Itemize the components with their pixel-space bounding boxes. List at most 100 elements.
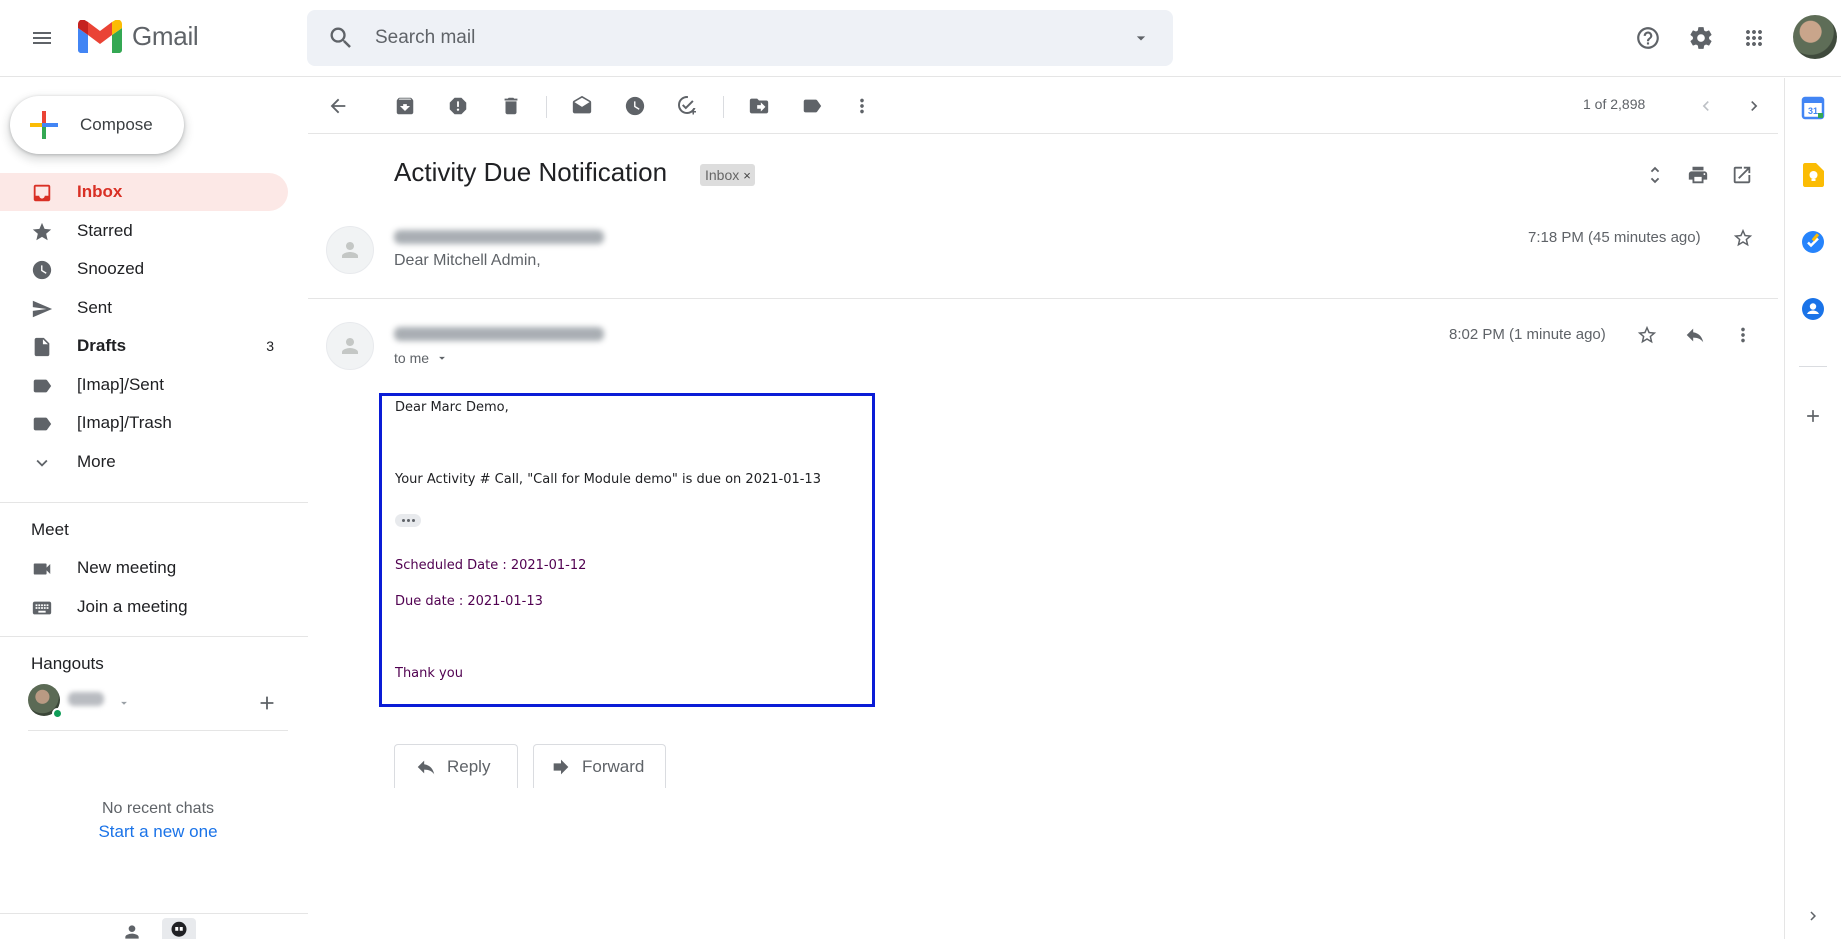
hide-side-panel-button[interactable] xyxy=(1799,902,1827,930)
newer-button[interactable] xyxy=(1686,86,1726,126)
reply-action-button[interactable]: Reply xyxy=(394,744,518,788)
new-meeting-item[interactable]: New meeting xyxy=(0,549,288,587)
compose-button[interactable]: Compose xyxy=(10,96,184,154)
email-subject: Activity Due Notification xyxy=(394,157,668,187)
more-actions-button[interactable] xyxy=(842,86,882,126)
nav-item-imap-trash[interactable]: [Imap]/Trash xyxy=(0,404,288,442)
pagination-text: 1 of 2,898 xyxy=(1583,96,1646,112)
get-addons-button[interactable] xyxy=(1799,402,1827,430)
gear-icon xyxy=(1690,27,1712,49)
hangouts-tab[interactable] xyxy=(162,918,196,939)
add-to-tasks-button[interactable] xyxy=(668,86,708,126)
nav-label: Inbox xyxy=(77,182,123,201)
hangouts-section-title: Hangouts xyxy=(31,654,104,673)
body-closing: Thank you xyxy=(395,666,463,681)
nav-item-inbox[interactable]: Inbox xyxy=(0,173,288,211)
expand-all-button[interactable] xyxy=(1638,158,1672,192)
star-button[interactable] xyxy=(1630,318,1664,352)
send-icon xyxy=(31,298,53,320)
older-button[interactable] xyxy=(1734,86,1774,126)
body-due-date: Due date : 2021-01-13 xyxy=(395,594,543,609)
message-toolbar: 1 of 2,898 xyxy=(308,78,1778,134)
reply-button[interactable] xyxy=(1678,318,1712,352)
nav-item-starred[interactable]: Starred xyxy=(0,212,288,250)
section-divider xyxy=(0,636,308,637)
inbox-icon xyxy=(31,182,53,204)
body-scheduled-date: Scheduled Date : 2021-01-12 xyxy=(395,558,587,573)
keyboard-icon xyxy=(31,597,53,619)
person-icon xyxy=(342,242,358,258)
recipient-details[interactable]: to me xyxy=(394,350,449,366)
account-avatar[interactable] xyxy=(1793,15,1837,59)
open-new-window-button[interactable] xyxy=(1725,158,1759,192)
start-new-chat-link[interactable]: Start a new one xyxy=(0,822,316,842)
nav-label: Starred xyxy=(77,220,133,240)
person-icon[interactable] xyxy=(122,922,142,939)
star-button[interactable] xyxy=(1726,221,1760,255)
clock-icon xyxy=(31,259,53,281)
main-menu-button[interactable] xyxy=(22,18,62,58)
message-time: 7:18 PM (45 minutes ago) xyxy=(1528,229,1701,246)
section-divider xyxy=(28,730,288,731)
more-options-button[interactable] xyxy=(1726,318,1760,352)
new-chat-plus-icon[interactable] xyxy=(256,692,278,714)
back-button[interactable] xyxy=(318,86,358,126)
plus-icon xyxy=(1807,410,1819,422)
message-divider xyxy=(308,298,1778,299)
gmail-logo[interactable]: Gmail xyxy=(78,20,199,53)
sender-avatar[interactable] xyxy=(326,226,374,274)
join-meeting-item[interactable]: Join a meeting xyxy=(0,588,288,626)
inbox-label-chip[interactable]: Inbox × xyxy=(700,164,755,186)
caret-down-icon[interactable] xyxy=(435,351,449,365)
nav-label: [Imap]/Trash xyxy=(77,413,172,432)
body-activity-line: Your Activity # Call, "Call for Module d… xyxy=(395,472,821,487)
move-to-button[interactable] xyxy=(739,86,779,126)
tasks-app-button[interactable] xyxy=(1799,228,1827,256)
sender-email-redacted xyxy=(394,230,604,244)
nav-item-drafts[interactable]: Drafts 3 xyxy=(0,327,288,365)
side-panel-rail: 31 xyxy=(1784,78,1841,939)
gmail-m-icon xyxy=(78,20,122,53)
nav-item-snoozed[interactable]: Snoozed xyxy=(0,250,288,288)
caret-down-icon[interactable] xyxy=(117,696,131,710)
print-all-button[interactable] xyxy=(1681,158,1715,192)
forward-action-button[interactable]: Forward xyxy=(533,744,666,788)
delete-button[interactable] xyxy=(491,86,531,126)
snooze-button[interactable] xyxy=(615,86,655,126)
open-in-new-icon xyxy=(1733,166,1751,184)
nav-label: Snoozed xyxy=(77,259,145,278)
google-apps-button[interactable] xyxy=(1734,18,1774,58)
calendar-app-button[interactable]: 31 xyxy=(1799,94,1827,122)
show-trimmed-content-button[interactable] xyxy=(395,514,421,527)
search-options-icon[interactable] xyxy=(1131,28,1151,48)
mark-unread-button[interactable] xyxy=(562,86,602,126)
message-snippet[interactable]: Dear Mitchell Admin, xyxy=(394,252,541,270)
contacts-app-button[interactable] xyxy=(1799,295,1827,323)
search-bar xyxy=(307,10,1173,66)
chevron-left-icon xyxy=(1702,101,1709,111)
nav-item-imap-sent[interactable]: [Imap]/Sent xyxy=(0,366,288,404)
forward-label: Forward xyxy=(582,756,645,776)
recipient-text: to me xyxy=(394,350,430,366)
nav-label: Drafts xyxy=(77,336,127,355)
remove-label-icon[interactable]: × xyxy=(743,168,751,183)
support-button[interactable] xyxy=(1628,18,1668,58)
keep-app-button[interactable] xyxy=(1799,161,1827,189)
nav-item-more[interactable]: More xyxy=(0,443,288,481)
join-meeting-label: Join a meeting xyxy=(77,597,188,616)
tasks-icon xyxy=(1802,231,1824,253)
settings-button[interactable] xyxy=(1681,18,1721,58)
star-outline-icon xyxy=(1733,228,1753,247)
search-input[interactable] xyxy=(375,24,1075,52)
svg-text:31: 31 xyxy=(1808,106,1818,116)
labels-button[interactable] xyxy=(792,86,832,126)
section-divider xyxy=(0,502,308,503)
contacts-icon xyxy=(1802,298,1824,320)
nav-item-sent[interactable]: Sent xyxy=(0,289,288,327)
archive-button[interactable] xyxy=(385,86,425,126)
sender-avatar[interactable] xyxy=(326,322,374,370)
search-icon[interactable] xyxy=(327,24,355,52)
report-spam-button[interactable] xyxy=(438,86,478,126)
label-icon xyxy=(31,413,53,435)
forward-icon xyxy=(553,759,569,774)
